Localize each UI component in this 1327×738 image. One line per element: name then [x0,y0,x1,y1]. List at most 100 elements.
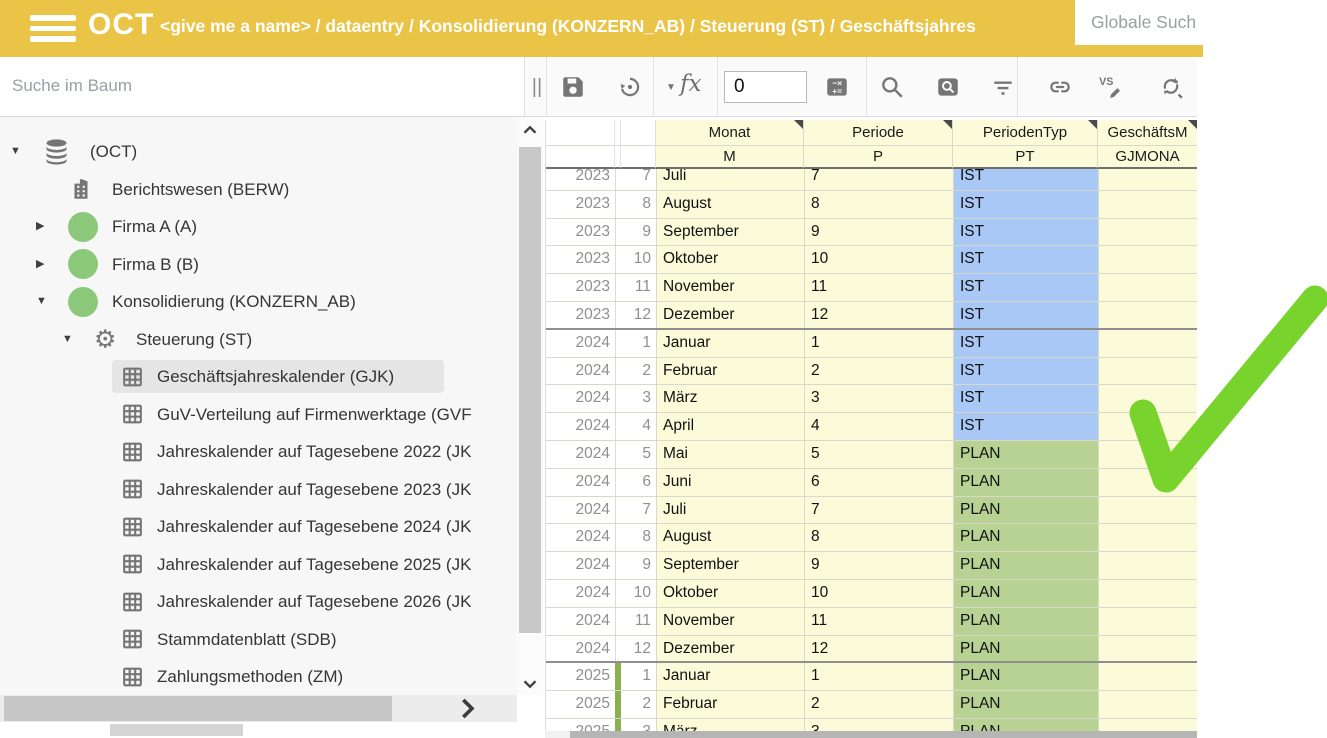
tree-item[interactable]: Zahlungsmethoden (ZM) [0,658,517,695]
global-search-input[interactable] [1075,0,1271,45]
cell-periodentyp[interactable]: IST [953,330,1098,357]
column-code-periode[interactable]: P [804,146,953,169]
cell-periodentyp[interactable]: PLAN [953,719,1098,731]
cell-geschaeftsm[interactable] [1098,330,1197,357]
cell-year[interactable]: 2024 [546,385,615,412]
cell-year[interactable]: 2025 [546,719,615,731]
cell-periode[interactable]: 11 [804,608,953,635]
calculator-button[interactable]: −× += [824,74,850,100]
cell-rownum[interactable]: 10 [621,580,656,607]
search-button[interactable] [879,74,905,100]
cell-rownum[interactable]: 5 [621,441,656,468]
cell-periode[interactable]: 2 [804,691,953,718]
tree-item[interactable]: ▼⚙Steuerung (ST) [0,321,517,358]
cell-periodentyp[interactable]: PLAN [953,691,1098,718]
cell-monat[interactable]: September [656,219,804,246]
cell-periode[interactable]: 10 [804,580,953,607]
cell-rownum[interactable]: 2 [621,358,656,385]
cell-geschaeftsm[interactable] [1098,552,1197,579]
cell-rownum[interactable]: 7 [621,169,656,190]
cell-year[interactable]: 2023 [546,302,615,328]
cell-periodentyp[interactable]: IST [953,385,1098,412]
cell-year[interactable]: 2024 [546,413,615,440]
cell-geschaeftsm[interactable] [1098,608,1197,635]
cell-rownum[interactable]: 2 [621,691,656,718]
cell-year[interactable]: 2024 [546,636,615,662]
cell-periodentyp[interactable]: PLAN [953,469,1098,496]
cell-geschaeftsm[interactable] [1098,636,1197,662]
cell-geschaeftsm[interactable] [1098,580,1197,607]
cell-rownum[interactable]: 3 [621,385,656,412]
cell-year[interactable]: 2025 [546,663,615,690]
cell-periode[interactable]: 3 [804,385,953,412]
cell-monat[interactable]: Juli [656,169,804,190]
cell-rownum[interactable]: 11 [621,608,656,635]
cell-monat[interactable]: April [656,413,804,440]
tree-item[interactable]: Jahreskalender auf Tagesebene 2022 (JK [0,433,517,470]
cell-monat[interactable]: Mai [656,441,804,468]
breadcrumb[interactable]: <give me a name> / dataentry / Konsolidi… [160,0,1065,57]
cell-periodentyp[interactable]: PLAN [953,497,1098,524]
cell-periodentyp[interactable]: IST [953,274,1098,301]
formula-dropdown-button[interactable]: ▼ fx [666,71,718,103]
cell-year[interactable]: 2024 [546,580,615,607]
cell-monat[interactable]: September [656,552,804,579]
cell-rownum[interactable]: 7 [621,497,656,524]
tree-expand-arrow-icon[interactable]: ▶ [36,208,44,245]
value-input[interactable] [724,71,807,103]
cell-geschaeftsm[interactable] [1098,497,1197,524]
cell-monat[interactable]: August [656,191,804,218]
cell-rownum[interactable]: 11 [621,274,656,301]
tree-item[interactable]: Jahreskalender auf Tagesebene 2023 (JK [0,471,517,508]
cell-geschaeftsm[interactable] [1098,385,1197,412]
cell-geschaeftsm[interactable] [1098,441,1197,468]
column-header-periode[interactable]: Periode [804,120,953,146]
grid-scroll-thumb[interactable] [570,731,1197,738]
cell-periodentyp[interactable]: IST [953,219,1098,246]
cell-geschaeftsm[interactable] [1098,691,1197,718]
tree-item[interactable]: ▼(OCT) [0,133,517,170]
cell-monat[interactable]: Februar [656,358,804,385]
cell-periode[interactable]: 9 [804,219,953,246]
cell-monat[interactable]: Dezember [656,636,804,662]
cell-periodentyp[interactable]: IST [953,191,1098,218]
cell-periodentyp[interactable]: PLAN [953,636,1098,662]
cell-year[interactable]: 2023 [546,274,615,301]
cell-periodentyp[interactable]: IST [953,358,1098,385]
filter-button[interactable] [990,74,1016,100]
undo-history-button[interactable] [617,74,643,100]
cell-monat[interactable]: November [656,608,804,635]
cell-year[interactable]: 2024 [546,608,615,635]
cell-periode[interactable]: 3 [804,719,953,731]
cell-periodentyp[interactable]: PLAN [953,580,1098,607]
tree-item[interactable]: ▶Firma B (B) [0,246,517,283]
cell-monat[interactable]: Oktober [656,246,804,273]
vertical-scroll-thumb[interactable] [519,147,541,633]
cell-monat[interactable]: März [656,385,804,412]
tree-item[interactable]: Jahreskalender auf Tagesebene 2025 (JK [0,546,517,583]
cell-periode[interactable]: 6 [804,469,953,496]
tree-item[interactable]: Jahreskalender auf Tagesebene 2026 (JK [0,583,517,620]
cell-monat[interactable]: Januar [656,330,804,357]
cell-year[interactable]: 2025 [546,691,615,718]
refresh-button[interactable] [1158,74,1184,100]
cell-year[interactable]: 2023 [546,191,615,218]
tree-item[interactable]: Berichtswesen (BERW) [0,171,517,208]
tree-expand-arrow-icon[interactable]: ▶ [36,246,44,283]
cell-geschaeftsm[interactable] [1098,191,1197,218]
cell-periode[interactable]: 9 [804,552,953,579]
cell-rownum[interactable]: 1 [621,330,656,357]
cell-periode[interactable]: 7 [804,169,953,190]
cell-geschaeftsm[interactable] [1098,413,1197,440]
cell-rownum[interactable]: 9 [621,552,656,579]
cell-rownum[interactable]: 6 [621,469,656,496]
scroll-right-arrow-icon[interactable] [452,695,492,722]
cell-year[interactable]: 2024 [546,358,615,385]
cell-periode[interactable]: 8 [804,191,953,218]
scroll-up-arrow-icon[interactable] [519,119,541,146]
cell-rownum[interactable]: 12 [621,302,656,328]
tree-item[interactable]: ▶Firma A (A) [0,208,517,245]
column-code-periodentyp[interactable]: PT [953,146,1098,169]
cell-periode[interactable]: 12 [804,636,953,662]
column-header-periodentyp[interactable]: PeriodenTyp [953,120,1098,146]
